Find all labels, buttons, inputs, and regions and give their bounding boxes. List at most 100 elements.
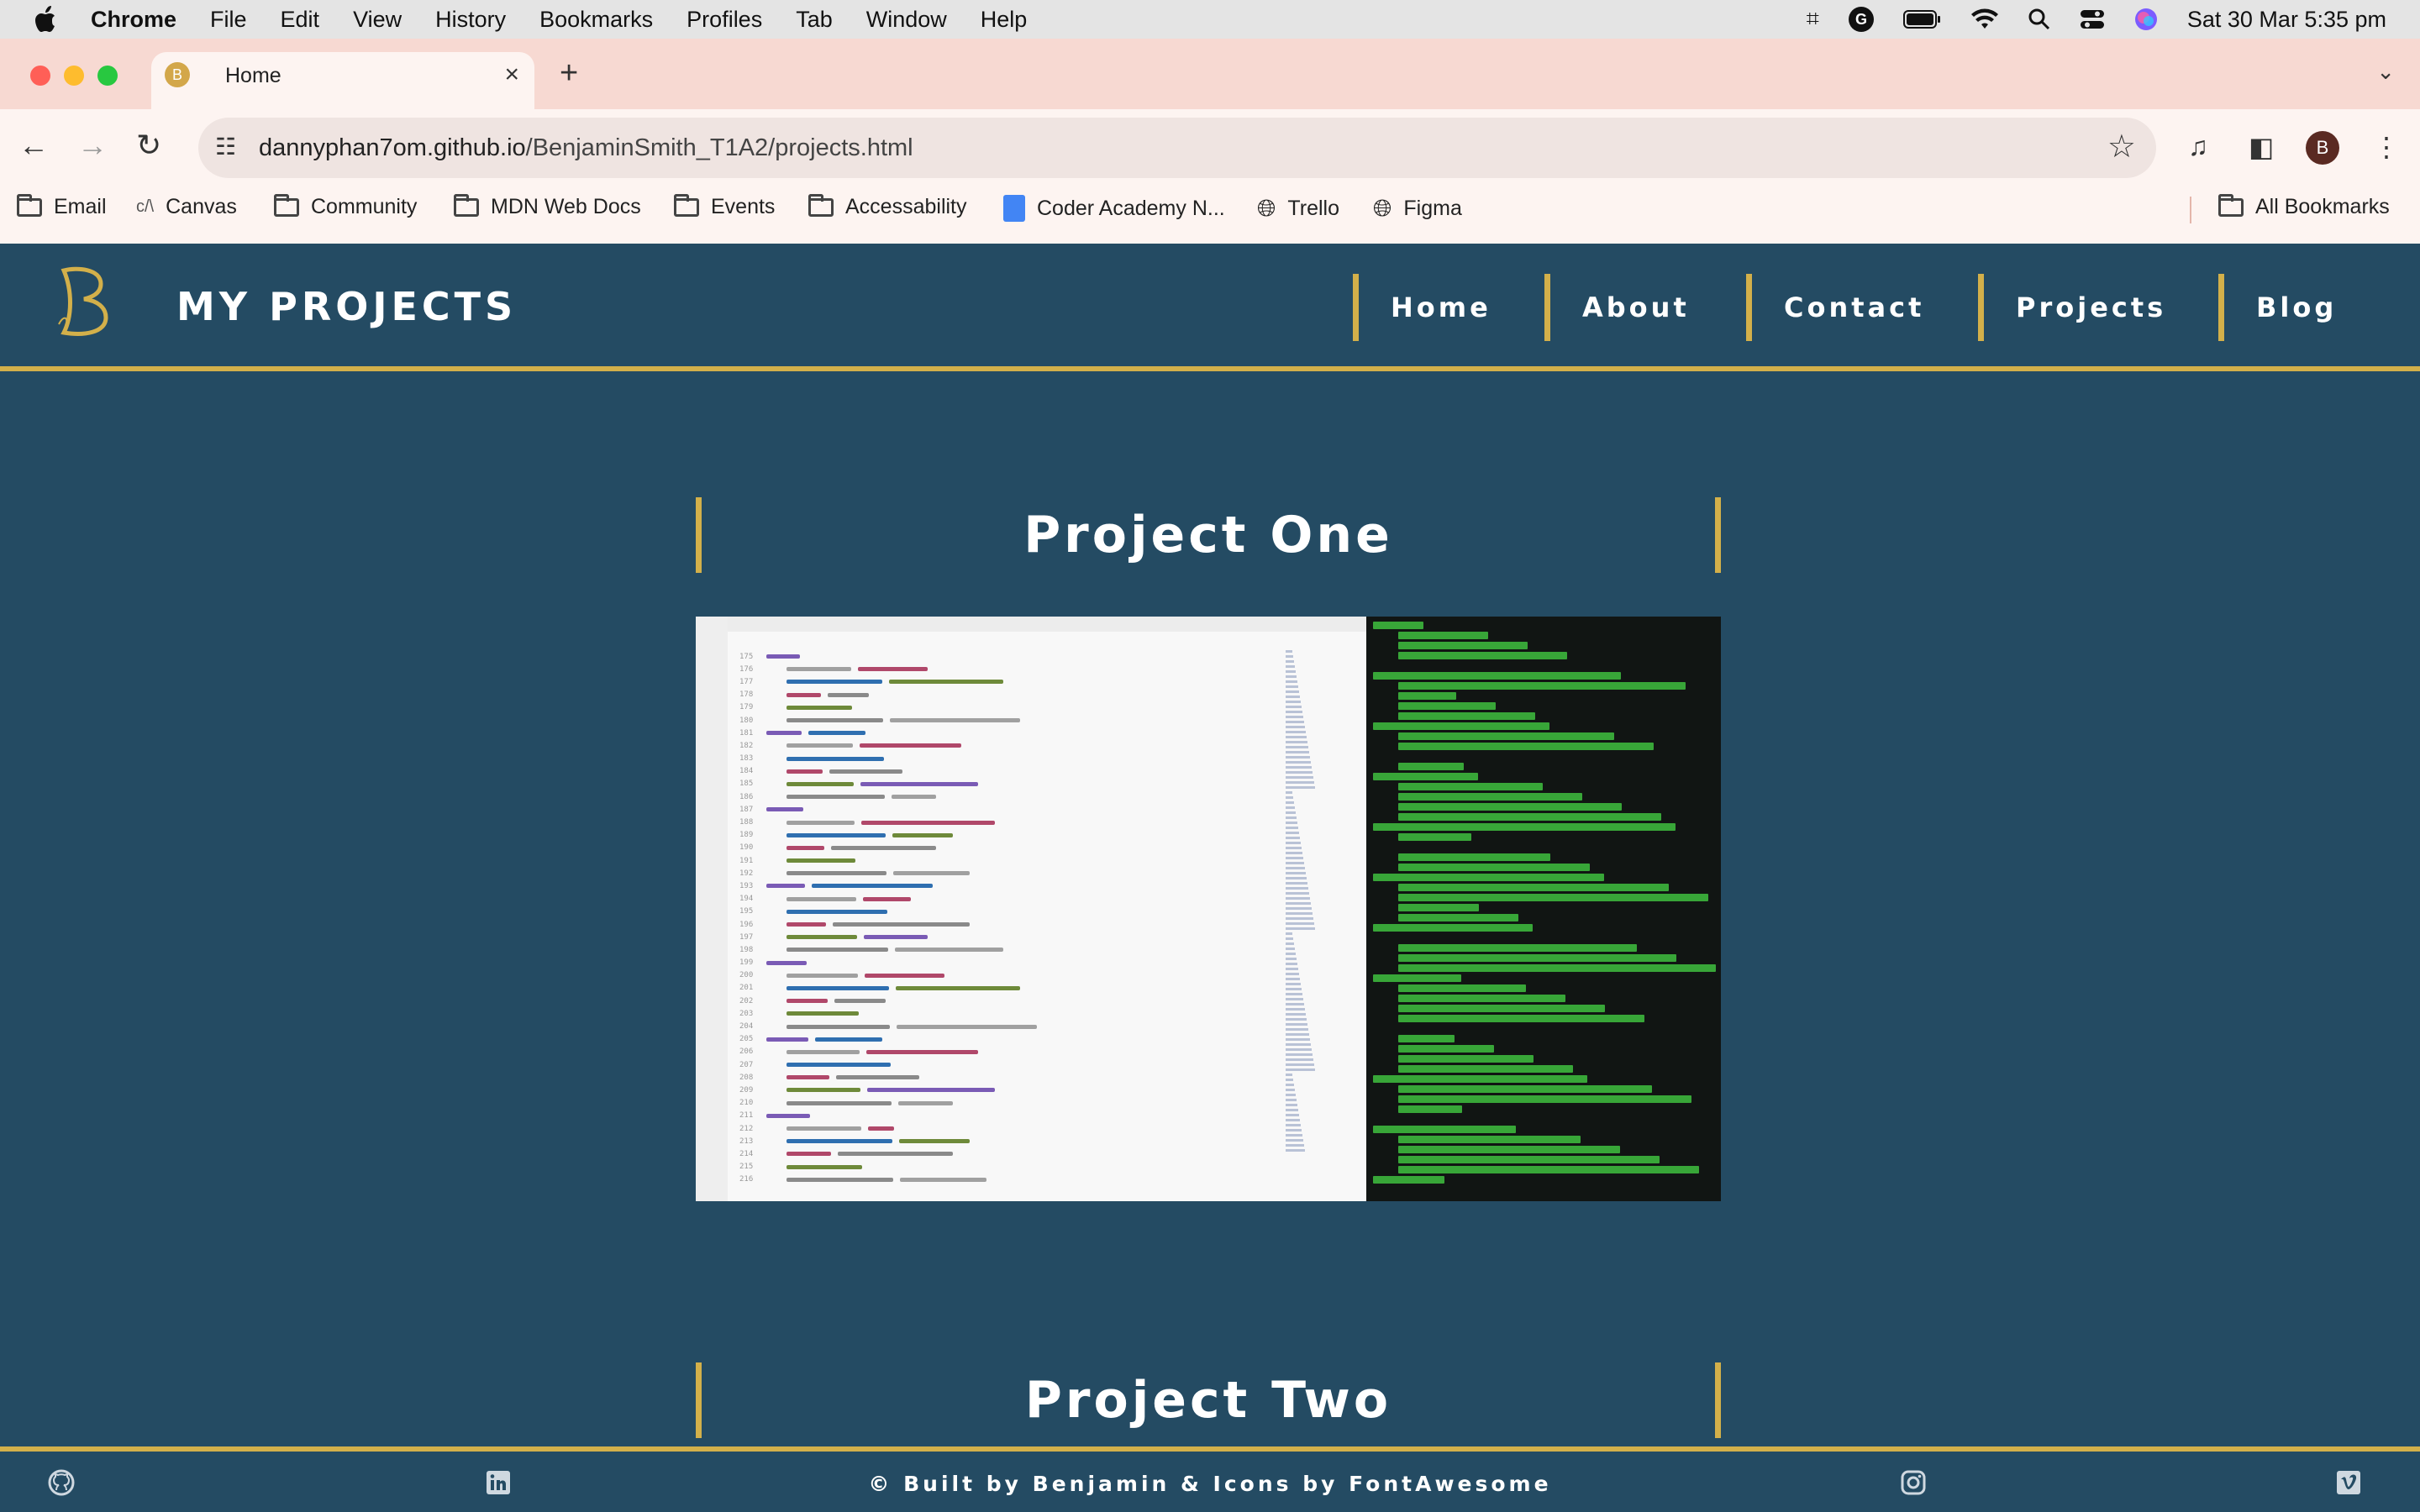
nav-projects[interactable]: Projects (1978, 274, 2166, 341)
code-line: 210 (739, 1097, 1274, 1110)
terminal-line (1398, 914, 1518, 921)
figma-tray-icon[interactable]: ⌗ (1807, 6, 1819, 33)
terminal-line (1398, 783, 1543, 790)
instagram-icon[interactable] (1899, 1468, 1928, 1497)
nav-blog[interactable]: Blog (2218, 274, 2337, 341)
terminal-line (1398, 793, 1582, 801)
menu-profiles[interactable]: Profiles (687, 7, 762, 33)
window-close-button[interactable] (30, 66, 50, 86)
new-tab-button[interactable]: + (560, 55, 578, 92)
apple-icon[interactable] (34, 5, 59, 34)
window-minimize-button[interactable] (64, 66, 84, 86)
line-number: 185 (739, 780, 754, 789)
code-token (900, 1177, 986, 1182)
bookmark-community[interactable]: Community (274, 193, 417, 219)
spotlight-search-icon[interactable] (2028, 8, 2051, 31)
grammarly-icon[interactable]: G (1848, 6, 1875, 33)
wifi-icon[interactable] (1970, 8, 1999, 30)
code-line: 194 (739, 893, 1274, 906)
bookmark-trello[interactable]: 🌐︎ Trello (1257, 195, 1339, 223)
code-token (786, 1075, 829, 1080)
site-logo[interactable] (52, 265, 111, 336)
nav-about[interactable]: About (1544, 274, 1690, 341)
code-line: 216 (739, 1173, 1274, 1186)
minimap-line (1286, 907, 1312, 910)
menu-edit[interactable]: Edit (281, 7, 320, 33)
url-text[interactable]: dannyphan7om.github.io/BenjaminSmith_T1A… (259, 134, 913, 162)
profile-avatar[interactable]: B (2306, 131, 2339, 165)
code-line: 182 (739, 739, 1274, 752)
forward-button[interactable]: → (77, 128, 108, 163)
menu-history[interactable]: History (435, 7, 506, 33)
code-token (786, 1100, 892, 1105)
menu-file[interactable]: File (210, 7, 247, 33)
line-number: 180 (739, 716, 754, 725)
menu-view[interactable]: View (353, 7, 402, 33)
minimap-line (1286, 711, 1302, 713)
project-one-heading: Project One (696, 497, 1721, 573)
bookmark-canvas[interactable]: c/\ Canvas (136, 195, 237, 219)
terminal-line (1373, 773, 1478, 780)
tab-home[interactable]: B Home × (151, 52, 534, 111)
code-token (838, 1152, 953, 1157)
code-token (786, 1126, 861, 1131)
all-bookmarks[interactable]: All Bookmarks (2218, 193, 2390, 219)
site-settings-icon[interactable]: ☷ (215, 133, 236, 160)
line-number: 203 (739, 1009, 754, 1018)
minimap-line (1286, 1068, 1315, 1071)
menu-help[interactable]: Help (981, 7, 1028, 33)
menu-clock[interactable]: Sat 30 Mar 5:35 pm (2187, 7, 2386, 33)
bookmark-label: Trello (1287, 197, 1339, 220)
back-button[interactable]: ← (18, 128, 49, 163)
media-control-icon[interactable]: ♫ (2188, 131, 2208, 162)
chrome-menu-icon[interactable]: ⋮ (2373, 131, 2400, 163)
bookmark-events[interactable]: Events (674, 193, 775, 219)
window-zoom-button[interactable] (97, 66, 118, 86)
terminal-line (1398, 813, 1661, 821)
terminal-line (1398, 1065, 1573, 1073)
side-panel-icon[interactable]: ◧ (2249, 131, 2274, 163)
code-token (828, 692, 869, 697)
code-token (786, 922, 826, 927)
menu-tab[interactable]: Tab (796, 7, 833, 33)
bookmark-star-icon[interactable]: ☆ (2107, 128, 2136, 165)
terminal-line (1398, 1005, 1605, 1012)
code-line: 190 (739, 842, 1274, 854)
minimap-line (1286, 1003, 1304, 1005)
menu-app-name[interactable]: Chrome (91, 7, 176, 33)
code-token (786, 692, 821, 697)
code-token (786, 1024, 890, 1029)
footer-credit: © Built by Benjamin & Icons by FontAweso… (868, 1472, 1552, 1496)
line-number: 204 (739, 1022, 754, 1032)
minimap-line (1286, 1033, 1309, 1036)
control-center-icon[interactable] (2080, 8, 2105, 30)
line-number: 214 (739, 1149, 754, 1158)
folder-icon (674, 193, 699, 217)
bookmark-figma[interactable]: 🌐︎ Figma (1373, 195, 1462, 223)
code-token (786, 1011, 859, 1016)
address-bar[interactable]: ☷ dannyphan7om.github.io/BenjaminSmith_T… (198, 118, 2156, 178)
terminal-line (1398, 1085, 1652, 1093)
nav-contact[interactable]: Contact (1746, 274, 1924, 341)
code-token (892, 832, 953, 837)
code-token (896, 985, 1020, 990)
menu-window[interactable]: Window (866, 7, 947, 33)
line-number: 197 (739, 932, 754, 942)
nav-home[interactable]: Home (1353, 274, 1491, 341)
siri-icon[interactable] (2133, 7, 2159, 32)
battery-icon[interactable] (1902, 9, 1942, 29)
bookmark-accessability[interactable]: Accessability (808, 193, 967, 219)
vimeo-icon[interactable] (2334, 1468, 2363, 1497)
bookmark-coder-academy[interactable]: Coder Academy N... (1003, 195, 1225, 222)
tab-search-chevron-icon[interactable]: ⌄ (2376, 59, 2395, 85)
bookmark-mdn[interactable]: MDN Web Docs (454, 193, 641, 219)
bookmark-email[interactable]: Email (17, 193, 107, 219)
code-token (889, 680, 1003, 685)
tab-close-icon[interactable]: × (504, 60, 519, 89)
minimap-line (1286, 1114, 1299, 1116)
menu-bookmarks[interactable]: Bookmarks (539, 7, 653, 33)
code-token (766, 1113, 810, 1118)
code-line: 200 (739, 969, 1274, 982)
reload-button[interactable]: ↻ (136, 128, 161, 163)
minimap-line (1286, 958, 1297, 960)
